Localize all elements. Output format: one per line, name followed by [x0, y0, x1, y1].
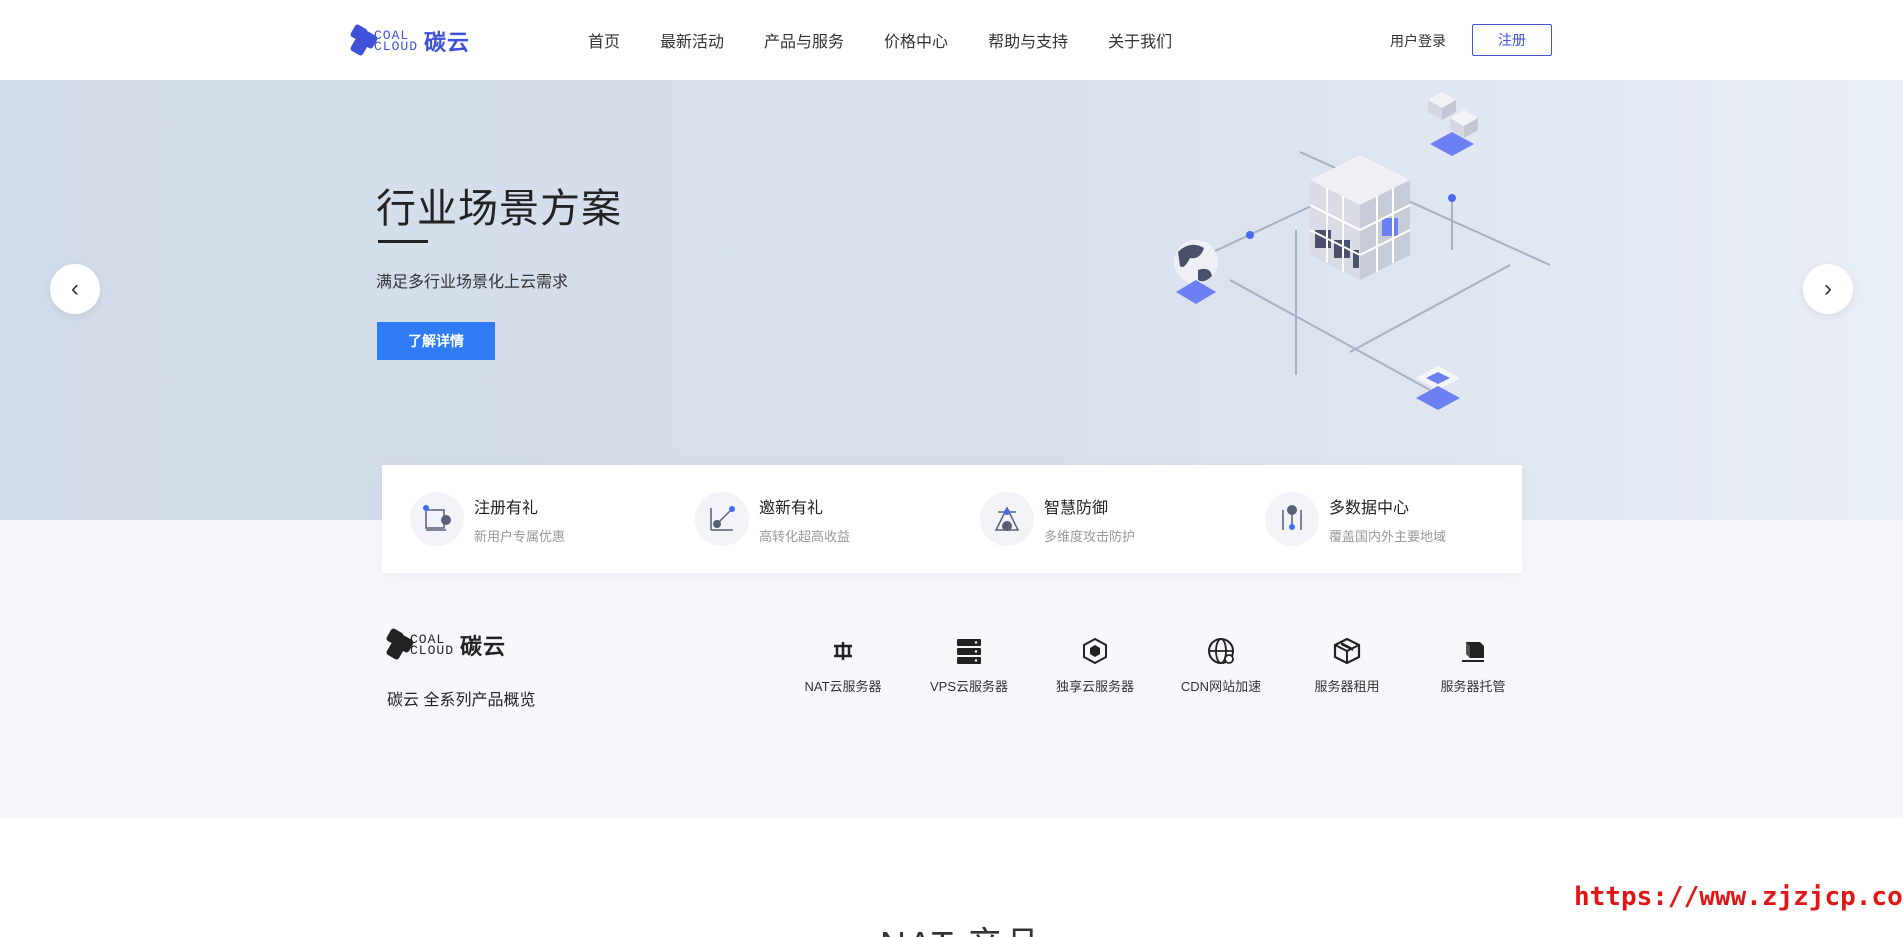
- nav-products[interactable]: 产品与服务: [764, 28, 844, 52]
- logo-wordmark: COAL CLOUD: [374, 29, 419, 54]
- product-label: NAT云服务器: [804, 679, 882, 694]
- nav-support[interactable]: 帮助与支持: [988, 28, 1068, 52]
- feature-desc: 多维度攻击防护: [1044, 528, 1136, 544]
- product-label: VPS云服务器: [929, 679, 1008, 694]
- shield-icon: [980, 492, 1034, 546]
- banner-title: 行业场景方案: [376, 187, 622, 231]
- banner-divider: [378, 240, 428, 243]
- watermark: https://www.zjzjcp.com: [1574, 882, 1903, 912]
- feature-title: 多数据中心: [1329, 499, 1410, 517]
- feature-desc: 新用户专属优惠: [474, 528, 566, 544]
- register-button[interactable]: 注册: [1472, 24, 1552, 56]
- product-item[interactable]: NAT云服务器: [780, 636, 906, 695]
- feature-title: 注册有礼: [474, 499, 539, 517]
- logo[interactable]: COAL CLOUD 碳云: [349, 23, 471, 58]
- overview-logo-mark: [385, 627, 415, 662]
- logo-text-bottom: CLOUD: [374, 39, 419, 54]
- nav-pricing[interactable]: 价格中心: [884, 28, 948, 52]
- datacenter-icon: [1265, 492, 1319, 546]
- cube-icon: [1083, 637, 1107, 665]
- logo-mark: [349, 23, 379, 58]
- login-link[interactable]: 用户登录: [1390, 31, 1446, 51]
- product-list: NAT云服务器 VPS云服务器 独享云服务器 CDN网站加速 服务器租用 服务器…: [780, 636, 1536, 695]
- nat-section: NAT 产品: [0, 818, 1903, 937]
- server-stack-icon: [957, 639, 981, 664]
- overview-logo: COAL CLOUD 碳云: [385, 627, 507, 662]
- features-card: 注册有礼 新用户专属优惠 邀新有礼 高转化超高收益 智慧防御 多维度攻击防护 多…: [382, 465, 1522, 573]
- logo-cn: 碳云: [424, 30, 471, 55]
- feature-desc: 覆盖国内外主要地域: [1329, 528, 1447, 544]
- box-icon: [1333, 637, 1361, 665]
- gift-icon: [410, 492, 464, 546]
- hosting-icon: [1462, 642, 1484, 662]
- nav-activities[interactable]: 最新活动: [660, 28, 724, 52]
- feature-item[interactable]: 智慧防御 多维度攻击防护: [952, 465, 1237, 573]
- product-item[interactable]: 服务器租用: [1284, 636, 1410, 695]
- learn-more-button[interactable]: 了解详情: [377, 322, 495, 360]
- nav-about[interactable]: 关于我们: [1108, 28, 1172, 52]
- product-item[interactable]: CDN网站加速: [1158, 636, 1284, 695]
- product-label: CDN网站加速: [1180, 679, 1262, 694]
- overview-subtitle: 碳云 全系列产品概览: [387, 692, 536, 709]
- globe-icon: [1208, 638, 1234, 664]
- overview-logo-text-bottom: CLOUD: [410, 643, 455, 658]
- product-label: 服务器托管: [1440, 679, 1506, 694]
- main-nav: 首页 最新活动 产品与服务 价格中心 帮助与支持 关于我们: [588, 28, 1212, 52]
- invite-icon: [695, 492, 749, 546]
- product-label: 服务器租用: [1314, 679, 1380, 694]
- chevron-right-icon[interactable]: ›: [1803, 264, 1853, 314]
- product-label: 独享云服务器: [1055, 679, 1134, 694]
- section-title: NAT 产品: [880, 916, 1043, 937]
- header: COAL CLOUD 碳云 首页 最新活动 产品与服务 价格中心 帮助与支持 关…: [0, 0, 1903, 80]
- product-item[interactable]: 独享云服务器: [1032, 636, 1158, 695]
- feature-title: 智慧防御: [1044, 499, 1109, 517]
- overview-logo-wordmark: COAL CLOUD: [410, 633, 455, 658]
- feature-title: 邀新有礼: [759, 499, 824, 517]
- feature-desc: 高转化超高收益: [759, 528, 851, 544]
- banner-subtitle: 满足多行业场景化上云需求: [376, 274, 569, 291]
- cube-illustration-icon: [1174, 92, 1551, 410]
- product-item[interactable]: 服务器托管: [1410, 636, 1536, 695]
- hero-banner: 行业场景方案 满足多行业场景化上云需求 了解详情 ‹ ›: [0, 80, 1903, 520]
- chevron-left-icon[interactable]: ‹: [50, 264, 100, 314]
- nat-icon: [834, 642, 852, 660]
- nav-home[interactable]: 首页: [588, 28, 620, 52]
- feature-item[interactable]: 邀新有礼 高转化超高收益: [667, 465, 952, 573]
- overview-logo-cn: 碳云: [460, 634, 507, 659]
- feature-item[interactable]: 注册有礼 新用户专属优惠: [382, 465, 667, 573]
- feature-item[interactable]: 多数据中心 覆盖国内外主要地域: [1237, 465, 1522, 573]
- product-item[interactable]: VPS云服务器: [906, 636, 1032, 695]
